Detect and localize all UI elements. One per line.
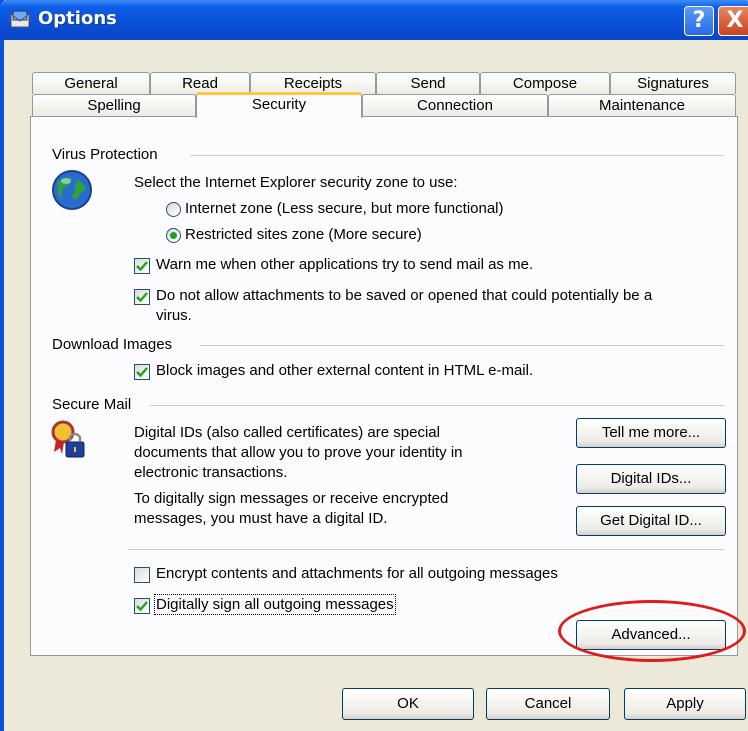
tell-me-more-button[interactable]: Tell me more...: [576, 418, 726, 448]
tab-receipts[interactable]: Receipts: [250, 72, 376, 94]
apply-button[interactable]: Apply: [624, 688, 746, 720]
tab-maintenance[interactable]: Maintenance: [548, 94, 736, 116]
options-window-icon: [10, 10, 30, 28]
tab-spelling[interactable]: Spelling: [32, 94, 196, 116]
digital-ids-button[interactable]: Digital IDs...: [576, 464, 726, 494]
tab-connection[interactable]: Connection: [362, 94, 548, 116]
tab-send[interactable]: Send: [376, 72, 480, 94]
tab-security[interactable]: Security: [196, 92, 362, 118]
block-images-checkbox[interactable]: [134, 364, 150, 380]
sign-checkbox[interactable]: [134, 598, 150, 614]
checkmark-icon: [136, 367, 148, 378]
globe-icon: [52, 170, 92, 210]
restricted-zone-label[interactable]: Restricted sites zone (More secure): [185, 226, 422, 243]
attachments-label-cont[interactable]: virus.: [156, 307, 192, 324]
restricted-zone-radio[interactable]: [166, 228, 181, 243]
encrypt-checkbox[interactable]: [134, 567, 150, 583]
tab-general[interactable]: General: [32, 72, 150, 94]
internet-zone-radio[interactable]: [166, 202, 181, 217]
secure-desc-line4: To digitally sign messages or receive en…: [134, 490, 449, 507]
zone-prompt: Select the Internet Explorer security zo…: [134, 174, 458, 191]
close-button[interactable]: X: [718, 6, 748, 36]
ok-button[interactable]: OK: [342, 688, 474, 720]
radio-selected-dot: [170, 232, 177, 239]
download-images-heading: Download Images: [52, 336, 173, 353]
attachments-label[interactable]: Do not allow attachments to be saved or …: [156, 287, 652, 304]
tab-read[interactable]: Read: [150, 72, 250, 94]
warn-label[interactable]: Warn me when other applications try to s…: [156, 256, 533, 273]
secure-mail-heading: Secure Mail: [52, 396, 132, 413]
help-button[interactable]: ?: [684, 6, 714, 36]
block-images-label[interactable]: Block images and other external content …: [156, 362, 533, 379]
group-divider: [128, 549, 724, 550]
window-title: Options: [38, 8, 117, 29]
cancel-button[interactable]: Cancel: [486, 688, 610, 720]
attachments-checkbox[interactable]: [134, 289, 150, 305]
group-divider: [200, 345, 724, 346]
warn-checkbox[interactable]: [134, 258, 150, 274]
group-divider: [190, 155, 724, 156]
tab-compose[interactable]: Compose: [480, 72, 610, 94]
certificate-lock-icon: [51, 420, 85, 458]
tab-signatures[interactable]: Signatures: [610, 72, 736, 94]
title-bar[interactable]: Options ? X: [0, 0, 748, 40]
options-dialog: Options ? X General Read Receipts Send C…: [0, 0, 748, 731]
secure-desc-line2: documents that allow you to prove your i…: [134, 444, 463, 461]
internet-zone-label[interactable]: Internet zone (Less secure, but more fun…: [185, 200, 504, 217]
secure-desc-line1: Digital IDs (also called certificates) a…: [134, 424, 440, 441]
secure-desc-line5: messages, you must have a digital ID.: [134, 510, 388, 527]
secure-desc-line3: electronic transactions.: [134, 464, 288, 481]
checkmark-icon: [136, 261, 148, 272]
get-digital-id-button[interactable]: Get Digital ID...: [576, 506, 726, 536]
checkmark-icon: [136, 292, 148, 303]
encrypt-label[interactable]: Encrypt contents and attachments for all…: [156, 565, 558, 582]
advanced-button[interactable]: Advanced...: [576, 620, 726, 650]
sign-label[interactable]: Digitally sign all outgoing messages: [154, 594, 396, 615]
virus-protection-heading: Virus Protection: [52, 146, 158, 163]
checkmark-icon: [136, 601, 148, 612]
group-divider: [150, 405, 724, 406]
